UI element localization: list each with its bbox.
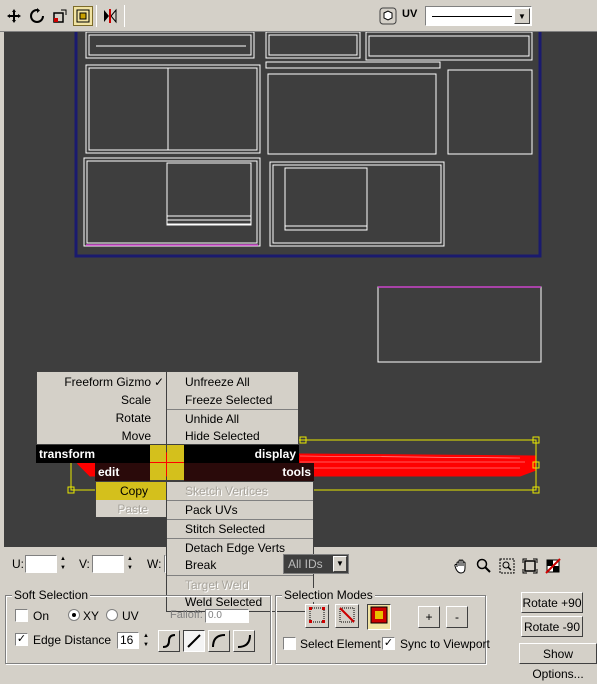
v-label: V: — [79, 557, 90, 571]
falloff-field[interactable]: 0.0 — [205, 609, 249, 623]
w-label: W: — [147, 557, 162, 571]
zoom-region-icon[interactable] — [498, 557, 516, 575]
menu-item-freeform-gizmo[interactable]: Freeform Gizmo ✓ — [37, 373, 167, 391]
move-icon[interactable] — [4, 6, 24, 26]
falloff-label: Falloff: — [170, 609, 203, 621]
soft-selection-group: Soft Selection — [5, 588, 271, 664]
zoom-extents-icon[interactable] — [521, 557, 539, 575]
select-element-checkbox[interactable] — [283, 637, 296, 650]
quad-center-marker — [167, 445, 184, 462]
zoom-icon[interactable] — [475, 557, 493, 575]
face-mode-button[interactable] — [367, 604, 391, 630]
menu-item-rotate[interactable]: Rotate — [37, 409, 167, 427]
edge-distance-field[interactable]: 16 — [117, 632, 139, 649]
v-field[interactable] — [92, 555, 124, 573]
uv-radio-label: UV — [122, 609, 139, 623]
shrink-selection-button[interactable]: - — [446, 606, 468, 628]
display-quadrant: Unfreeze All Freeze Selected Unhide All … — [166, 371, 299, 445]
chevron-down-icon[interactable]: ▼ — [333, 556, 347, 572]
rotate-minus-90-button[interactable]: Rotate -90 — [521, 616, 583, 637]
falloff-slowout-button[interactable] — [208, 630, 230, 652]
u-label: U: — [12, 557, 24, 571]
mirror-icon[interactable] — [100, 6, 120, 26]
quadrant-header-display: display — [184, 445, 299, 463]
rotate-icon[interactable] — [27, 6, 47, 26]
menu-item-unhide-all[interactable]: Unhide All — [167, 409, 298, 427]
menu-item-copy[interactable]: Copy — [96, 482, 166, 500]
quad-center-marker — [150, 445, 166, 462]
uv-radio[interactable] — [106, 609, 118, 621]
sync-to-viewport-label: Sync to Viewport — [400, 637, 490, 651]
vertex-mode-button[interactable] — [305, 604, 329, 628]
transform-quadrant: Freeform Gizmo ✓ Scale Rotate Move — [36, 371, 168, 445]
v-spinner[interactable]: ▲ ▼ — [125, 555, 135, 573]
falloff-fastout-button[interactable] — [233, 630, 255, 652]
ids-dropdown[interactable]: All IDs ▼ — [283, 554, 349, 574]
menu-item-hide-selected[interactable]: Hide Selected — [167, 427, 298, 445]
soft-on-checkbox[interactable] — [15, 609, 28, 622]
quad-center-marker — [167, 463, 184, 480]
soft-on-label: On — [33, 609, 50, 623]
ids-value: All IDs — [288, 557, 323, 571]
top-toolbar: UV ▼ — [0, 0, 597, 32]
edge-distance-checkbox[interactable]: ✓ — [15, 633, 28, 646]
u-field[interactable] — [25, 555, 57, 573]
quadrant-header-edit: edit — [95, 463, 150, 481]
soft-selection-title: Soft Selection — [12, 588, 91, 602]
w-field[interactable] — [164, 555, 166, 573]
edit-quadrant: Copy Paste — [95, 481, 167, 518]
menu-item-freeze-selected[interactable]: Freeze Selected — [167, 391, 298, 409]
uv-map-dropdown[interactable]: ▼ — [425, 6, 532, 26]
selection-modes-title: Selection Modes — [282, 588, 375, 602]
u-spinner[interactable]: ▲ ▼ — [58, 555, 68, 573]
pan-icon[interactable] — [452, 557, 470, 575]
menu-item-sketch-vertices[interactable]: Sketch Vertices — [167, 482, 313, 500]
scale-icon[interactable] — [50, 6, 70, 26]
chevron-down-icon[interactable]: ▼ — [514, 8, 530, 24]
rotate-plus-90-button[interactable]: Rotate +90 — [521, 592, 583, 613]
checker-icon[interactable] — [378, 6, 398, 26]
menu-item-move[interactable]: Move — [37, 427, 167, 445]
sync-to-viewport-checkbox[interactable]: ✓ — [382, 637, 395, 650]
select-element-label: Select Element — [300, 637, 381, 651]
falloff-linear-button[interactable] — [183, 630, 205, 652]
edge-distance-spinner[interactable]: ▲ ▼ — [141, 632, 151, 650]
falloff-smooth-button[interactable] — [158, 630, 180, 652]
menu-item-pack-uvs[interactable]: Pack UVs — [167, 500, 313, 518]
xy-label: XY — [83, 609, 100, 623]
grow-selection-button[interactable]: + — [418, 606, 440, 628]
show-options-button[interactable]: Show Options... — [519, 643, 597, 681]
checkmark-icon: ✓ — [153, 375, 164, 389]
quad-center-marker — [150, 463, 166, 480]
quadrant-header-transform: transform — [36, 445, 150, 463]
freeform-icon[interactable] — [73, 6, 93, 26]
xy-radio[interactable] — [68, 609, 80, 621]
menu-item-paste[interactable]: Paste — [96, 500, 166, 518]
menu-item-unfreeze-all[interactable]: Unfreeze All — [167, 373, 298, 391]
edge-distance-label: Edge Distance — [33, 633, 112, 647]
menu-item-stitch-selected[interactable]: Stitch Selected — [167, 519, 313, 537]
checker-toggle-icon[interactable] — [544, 557, 562, 575]
uv-label: UV — [402, 8, 418, 20]
quadrant-header-tools: tools — [184, 463, 314, 481]
menu-item-scale[interactable]: Scale — [37, 391, 167, 409]
edge-mode-button[interactable] — [335, 604, 359, 628]
